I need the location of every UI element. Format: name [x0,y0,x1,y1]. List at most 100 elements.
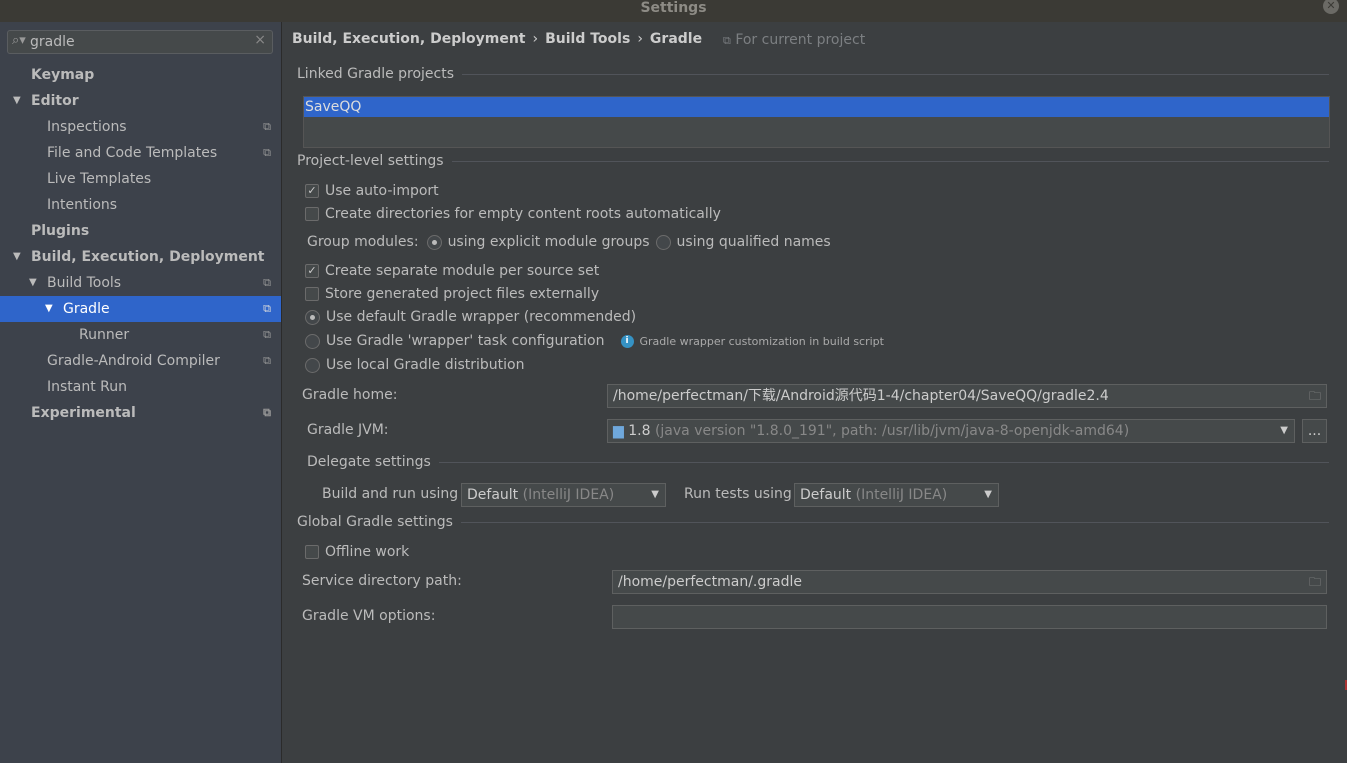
project-scope-icon: ⧉ [723,34,731,47]
chevron-down-icon: ▼ [651,489,659,500]
sidebar-item-live-templates[interactable]: Live Templates [0,166,281,192]
store-external-checkbox[interactable]: Store generated project files externally [305,286,599,302]
sidebar-item-editor[interactable]: ▼ Editor [0,88,281,114]
checkbox-unchecked[interactable] [305,545,319,559]
item-label: Live Templates [47,171,152,187]
service-dir-field[interactable]: /home/perfectman/.gradle 🗀 [612,570,1327,594]
wrapper-task-radio[interactable]: Use Gradle 'wrapper' task configuration … [305,333,884,349]
radio-unselected[interactable] [305,333,320,349]
run-tests-select[interactable]: Default (IntelliJ IDEA) ▼ [794,483,999,507]
sidebar-item-inspections[interactable]: Inspections ⧉ [0,114,281,140]
gradle-jvm-select[interactable]: ▆ 1.8 (java version "1.8.0_191", path: /… [607,419,1295,443]
option-label: Offline work [325,544,410,560]
search-icon: ⌕▾ [12,33,26,48]
item-label: Inspections [47,119,127,135]
radio-selected[interactable] [305,309,320,325]
project-scope-icon: ⧉ [263,328,271,341]
jvm-detail: (java version "1.8.0_191", path: /usr/li… [654,423,1130,439]
option-label: Use auto-import [325,183,439,199]
folder-icon[interactable]: 🗀 [1309,571,1321,593]
item-label: Instant Run [47,379,128,395]
wrapper-hint: i Gradle wrapper customization in build s… [620,334,884,348]
sidebar-item-intentions[interactable]: Intentions [0,192,281,218]
option-label: Create directories for empty content roo… [325,206,721,222]
delegate-section: Delegate settings [307,454,1329,470]
gradle-jvm-label: Gradle JVM: [307,422,389,438]
settings-sidebar: ⌕▾ × Keymap ▼ Editor Inspections ⧉ File an… [0,22,282,763]
breadcrumb-separator: › [637,31,643,47]
expand-arrow-icon[interactable]: ▼ [29,270,37,296]
section-title: Project-level settings [297,153,444,169]
sidebar-item-plugins[interactable]: Plugins [0,218,281,244]
create-dirs-checkbox[interactable]: Create directories for empty content roo… [305,206,721,222]
service-dir-value: /home/perfectman/.gradle [618,574,802,590]
use-auto-import-checkbox[interactable]: ✓ Use auto-import [305,183,439,199]
gradle-home-field[interactable]: /home/perfectman/下载/Android源代码1-4/chapte… [607,384,1327,408]
sidebar-item-file-templates[interactable]: File and Code Templates ⧉ [0,140,281,166]
sidebar-item-experimental[interactable]: Experimental ⧉ [0,400,281,426]
chevron-down-icon: ▼ [1280,425,1288,436]
vm-options-label: Gradle VM options: [302,608,436,624]
project-scope-icon: ⧉ [263,302,271,315]
sidebar-item-gradle-android-compiler[interactable]: Gradle-Android Compiler ⧉ [0,348,281,374]
project-scope-icon: ⧉ [263,276,271,289]
global-section: Global Gradle settings [297,514,1329,530]
select-detail: (IntelliJ IDEA) [855,487,948,503]
breadcrumb-item: Build, Execution, Deployment [292,31,526,47]
project-scope-icon: ⧉ [263,406,271,419]
checkbox-unchecked[interactable] [305,287,319,301]
separate-module-checkbox[interactable]: ✓ Create separate module per source set [305,263,599,279]
radio-unselected[interactable] [305,357,320,373]
sidebar-item-build-execution[interactable]: ▼ Build, Execution, Deployment [0,244,281,270]
vm-options-field[interactable] [612,605,1327,629]
default-wrapper-radio[interactable]: Use default Gradle wrapper (recommended) [305,309,636,325]
sidebar-item-runner[interactable]: Runner ⧉ [0,322,281,348]
option-label: using explicit module groups [447,234,650,250]
expand-arrow-icon[interactable]: ▼ [13,88,21,114]
window-title: Settings [640,0,707,16]
item-label: Experimental [31,405,136,421]
breadcrumb-item: Build Tools [545,31,631,47]
offline-work-checkbox[interactable]: Offline work [305,544,409,560]
expand-arrow-icon[interactable]: ▼ [13,244,21,270]
close-icon[interactable]: ✕ [1323,0,1339,14]
section-title: Global Gradle settings [297,514,453,530]
jvm-more-button[interactable]: ... [1302,419,1327,443]
radio-qualified-names[interactable] [655,234,671,250]
option-label: Use Gradle 'wrapper' task configuration [326,333,605,349]
checkbox-checked[interactable]: ✓ [305,184,319,198]
option-label: Create separate module per source set [325,263,600,279]
item-label: Gradle-Android Compiler [47,353,220,369]
sidebar-item-instant-run[interactable]: Instant Run [0,374,281,400]
search-box[interactable]: ⌕▾ × [7,30,273,54]
title-bar: Settings ✕ [0,0,1347,22]
checkbox-unchecked[interactable] [305,207,319,221]
list-item[interactable]: SaveQQ [304,97,1329,117]
linked-projects-list[interactable]: SaveQQ [303,96,1330,148]
for-current-project-label: ⧉ For current project [723,32,865,48]
radio-explicit-groups[interactable] [426,234,442,250]
build-run-label: Build and run using [322,486,459,502]
info-icon: i [620,334,634,348]
gradle-home-value: /home/perfectman/下载/Android源代码1-4/chapte… [613,388,1109,404]
section-title: Delegate settings [307,454,431,470]
run-tests-label: Run tests using [684,486,792,502]
project-scope-icon: ⧉ [263,120,271,133]
expand-arrow-icon[interactable]: ▼ [45,296,53,322]
checkbox-checked[interactable]: ✓ [305,264,319,278]
local-distribution-radio[interactable]: Use local Gradle distribution [305,357,524,373]
scope-text: For current project [735,32,866,48]
jvm-version: 1.8 [628,423,651,439]
folder-icon[interactable]: 🗀 [1309,385,1321,407]
sidebar-item-build-tools[interactable]: ▼ Build Tools ⧉ [0,270,281,296]
linked-projects-section: Linked Gradle projects [297,66,1329,82]
build-run-select[interactable]: Default (IntelliJ IDEA) ▼ [461,483,666,507]
group-modules-label: Group modules: [307,234,419,250]
sidebar-item-keymap[interactable]: Keymap [0,62,281,88]
select-value: Default [800,487,852,503]
clear-search-icon[interactable]: × [254,32,266,48]
search-input[interactable] [30,32,250,52]
option-label: Store generated project files externally [325,286,600,302]
sidebar-item-gradle[interactable]: ▼ Gradle ⧉ [0,296,281,322]
settings-tree: Keymap ▼ Editor Inspections ⧉ File and Cod… [0,62,281,426]
